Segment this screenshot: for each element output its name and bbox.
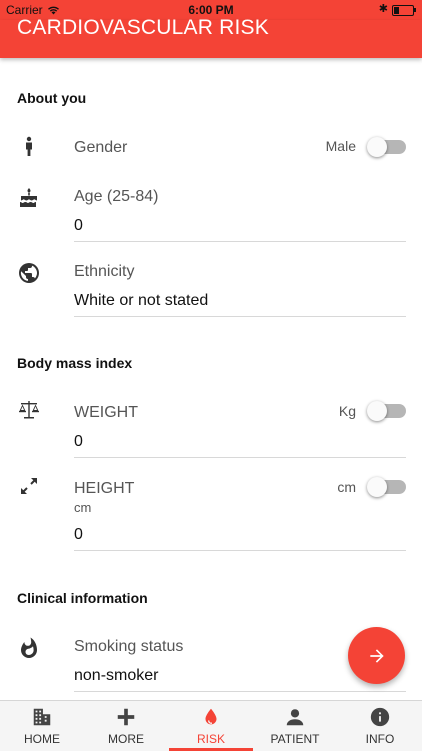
person-icon: [286, 709, 304, 726]
nav-more-label: MORE: [108, 732, 144, 746]
expand-icon: [17, 474, 41, 498]
plus-icon: [117, 708, 135, 726]
age-input[interactable]: 0: [74, 217, 83, 235]
drop-icon: [205, 708, 217, 725]
info-icon: [370, 707, 390, 727]
gender-label: Gender: [74, 139, 128, 156]
nav-home-label: HOME: [24, 732, 60, 746]
weight-input[interactable]: 0: [74, 433, 83, 451]
cake-icon: [17, 186, 41, 210]
nav-risk[interactable]: RISK: [169, 701, 253, 751]
gender-toggle-label: Male: [325, 138, 356, 154]
flame-icon: [17, 636, 41, 660]
app-bar: CARDIOVASCULAR RISK: [0, 16, 422, 58]
height-label: HEIGHT: [74, 480, 135, 497]
nav-risk-label: RISK: [196, 732, 225, 746]
person-icon: [17, 134, 41, 158]
age-underline: [74, 241, 406, 242]
weight-unit-toggle[interactable]: [367, 401, 406, 421]
ethnicity-underline: [74, 316, 406, 317]
age-label: Age (25-84): [74, 188, 159, 205]
height-unit-toggle[interactable]: [367, 477, 406, 497]
section-title-clinical: Clinical information: [17, 590, 148, 606]
height-unit-label: cm: [337, 479, 356, 495]
smoking-label: Smoking status: [74, 638, 184, 655]
weight-label: WEIGHT: [74, 404, 138, 421]
weight-underline: [74, 457, 406, 458]
nav-home[interactable]: HOME: [0, 701, 84, 751]
height-sub-label: cm: [74, 500, 92, 515]
height-underline: [74, 550, 406, 551]
scale-icon: [17, 398, 41, 422]
ethnicity-select[interactable]: White or not stated: [74, 292, 208, 310]
smoking-underline: [74, 691, 406, 692]
globe-icon: [17, 261, 41, 285]
gender-toggle[interactable]: [367, 137, 406, 157]
smoking-select[interactable]: non-smoker: [74, 667, 158, 685]
arrow-forward-icon: [370, 649, 384, 663]
building-icon: [33, 708, 51, 726]
bluetooth-icon: ✱: [378, 3, 388, 15]
next-button[interactable]: [348, 627, 405, 684]
page-title: CARDIOVASCULAR RISK: [17, 16, 269, 39]
section-title-about: About you: [17, 90, 87, 106]
section-title-bmi: Body mass index: [17, 355, 133, 371]
ethnicity-label: Ethnicity: [74, 263, 135, 280]
status-time: 6:00 PM: [188, 3, 234, 17]
nav-patient-label: PATIENT: [270, 732, 320, 746]
nav-info-label: INFO: [365, 732, 395, 746]
nav-info[interactable]: INFO: [338, 701, 422, 751]
battery-icon: [392, 5, 416, 16]
nav-more[interactable]: MORE: [84, 701, 168, 751]
height-input[interactable]: 0: [74, 526, 83, 544]
weight-unit-label: Kg: [338, 403, 356, 419]
bottom-navigation: HOME MORE RISK PATIENT INFO: [0, 700, 422, 751]
nav-patient[interactable]: PATIENT: [253, 701, 337, 751]
